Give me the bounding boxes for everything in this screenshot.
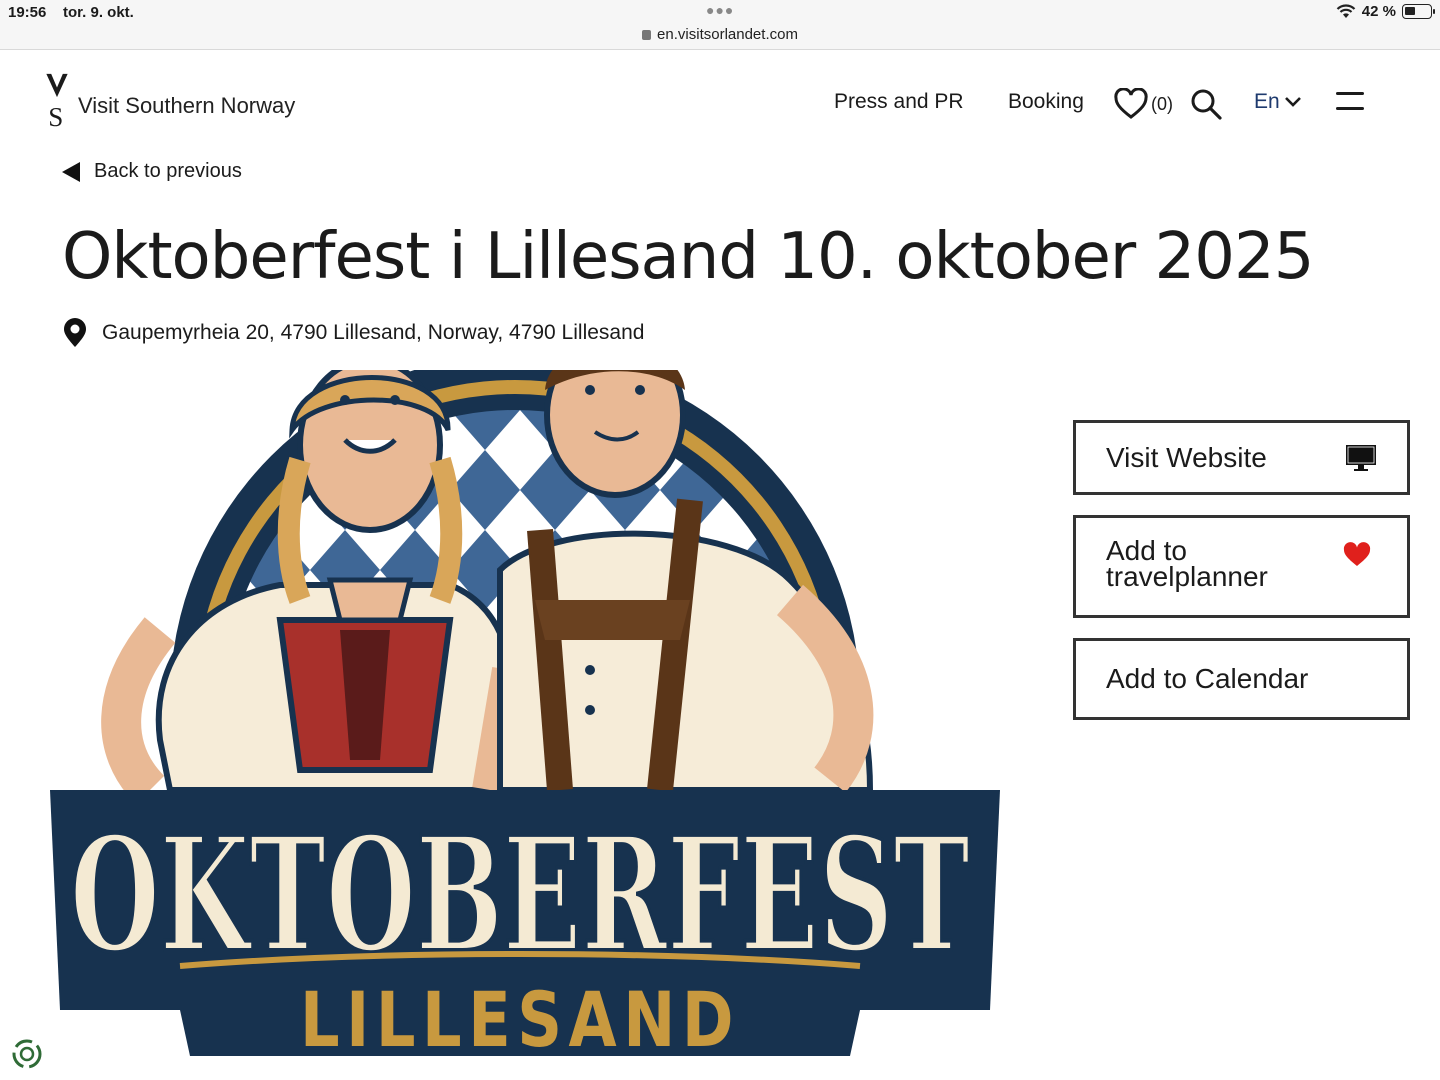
event-address: Gaupemyrheia 20, 4790 Lillesand, Norway,… [62, 318, 644, 348]
nav-booking[interactable]: Booking [1008, 90, 1084, 114]
url-text: en.visitsorlandet.com [657, 26, 798, 43]
logo-text: Visit Southern Norway [78, 93, 296, 118]
back-arrow-icon [62, 161, 80, 182]
recycle-icon[interactable] [10, 1037, 44, 1071]
battery-percent: 42 % [1361, 3, 1396, 20]
add-to-calendar-button[interactable]: Add to Calendar [1073, 638, 1410, 720]
page-title: Oktoberfest i Lillesand 10. oktober 2025 [62, 220, 1314, 294]
svg-text:S: S [48, 102, 63, 132]
chevron-down-icon [1284, 97, 1301, 107]
heart-outline-icon [1114, 88, 1148, 119]
event-image: OKTOBERFEST LILLESAND [30, 370, 1020, 1056]
lock-icon [642, 30, 652, 40]
address-text: Gaupemyrheia 20, 4790 Lillesand, Norway,… [102, 321, 645, 344]
location-pin-icon [64, 318, 86, 347]
add-to-calendar-label: Add to Calendar [1106, 663, 1309, 694]
add-to-travelplanner-label: Add to travelplanner [1106, 537, 1268, 592]
vs-logo-mark: S [46, 73, 68, 132]
status-date: tor. 9. okt. [63, 4, 134, 21]
back-to-previous-link[interactable]: Back to previous [62, 160, 242, 183]
wifi-icon [1336, 4, 1356, 18]
heart-filled-icon [1343, 542, 1371, 566]
browser-status-bar: 19:56 tor. 9. okt. ●●● en.visitsorlandet… [0, 0, 1440, 50]
add-to-travelplanner-button[interactable]: Add to travelplanner [1073, 515, 1410, 618]
add-to-travelplanner-line2: travelplanner [1106, 561, 1268, 592]
hero-headline: OKTOBERFEST [70, 803, 970, 988]
status-time: 19:56 [8, 4, 47, 21]
site-logo[interactable]: S Visit Southern Norway [44, 72, 295, 132]
visit-website-label: Visit Website [1106, 441, 1267, 473]
search-icon[interactable] [1190, 88, 1222, 120]
tab-dots-icon[interactable]: ●●● [706, 2, 734, 18]
language-label: En [1254, 90, 1280, 113]
back-label: Back to previous [94, 160, 242, 182]
favorites-button[interactable]: (0) [1114, 88, 1173, 120]
status-indicators: 42 % [1336, 3, 1435, 20]
hero-subline: LILLESAND [300, 975, 740, 1056]
menu-icon[interactable] [1336, 92, 1364, 112]
battery-icon [1402, 4, 1435, 19]
language-selector[interactable]: En [1254, 90, 1302, 114]
address-bar[interactable]: en.visitsorlandet.com [0, 26, 1440, 43]
monitor-icon [1346, 444, 1376, 471]
visit-website-button[interactable]: Visit Website [1073, 420, 1410, 495]
nav-press-and-pr[interactable]: Press and PR [834, 90, 964, 114]
favorites-count: (0) [1151, 93, 1173, 114]
